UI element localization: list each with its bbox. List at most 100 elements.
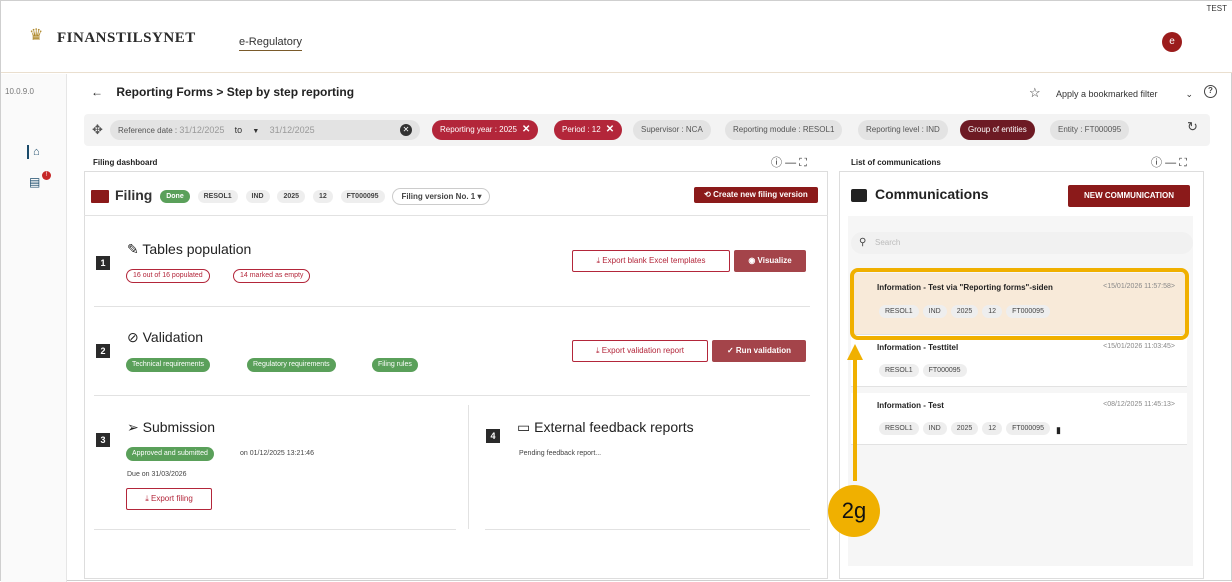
filter-settings-icon[interactable]: ✥ — [92, 122, 103, 138]
chip-reporting-year[interactable]: Reporting year : 2025 ✕ — [432, 120, 539, 140]
version-label: 10.0.9.0 — [5, 87, 34, 96]
chip-reporting-module[interactable]: Reporting module : RESOL1 — [725, 120, 843, 140]
expand-icon[interactable]: ⛶ — [1179, 157, 1187, 169]
filing-rules-badge: Filing rules — [372, 358, 418, 372]
filter-bar: ✥ Reference date : 31/12/2025 to ▼ 31/12… — [84, 114, 1210, 146]
back-arrow-icon[interactable]: ← — [91, 85, 103, 99]
export-blank-templates-button[interactable]: ⤓ Export blank Excel templates — [572, 250, 730, 272]
create-filing-version-button[interactable]: ⟲ Create new filing version — [694, 187, 818, 203]
search-placeholder: Search — [875, 238, 901, 247]
divider — [84, 215, 828, 216]
help-icon[interactable]: ⓘ — [771, 157, 782, 169]
home-icon[interactable]: ⌂ — [27, 145, 41, 159]
bookmark-star-icon[interactable]: ☆ — [1029, 85, 1041, 101]
chip-period[interactable]: Period : 12 ✕ — [554, 120, 623, 140]
tag: IND — [922, 422, 947, 436]
close-icon[interactable]: ✕ — [606, 124, 614, 135]
minimize-icon[interactable]: — — [1165, 157, 1176, 169]
export-validation-report-button[interactable]: ⤓ Export validation report — [572, 340, 708, 362]
expand-icon[interactable]: ⛶ — [799, 157, 807, 169]
communication-item[interactable]: Information - Testtitel <15/01/2026 11:0… — [851, 335, 1187, 387]
help-icon[interactable]: ? — [1204, 85, 1217, 98]
messages-badge: ! — [42, 171, 51, 180]
communication-title: Information - Test — [877, 401, 944, 410]
clear-date-icon[interactable]: ✕ — [400, 124, 412, 136]
tag: FT000095 — [922, 364, 967, 378]
filing-version-select[interactable]: Filing version No. 1 ▾ — [392, 187, 491, 205]
divider — [94, 395, 810, 396]
annotation-highlight — [850, 268, 1189, 340]
filing-label: Filing — [115, 187, 153, 203]
chip-label: Reporting year : 2025 — [440, 125, 517, 134]
divider — [94, 306, 810, 307]
tag: RESOL1 — [879, 364, 919, 378]
annotation-arrow-head — [847, 344, 863, 360]
chip-entity[interactable]: Entity : FT000095 — [1050, 120, 1130, 140]
env-tag: TEST — [1206, 4, 1227, 13]
help-icon[interactable]: ⓘ — [1151, 157, 1162, 169]
button-label: Run validation — [735, 346, 792, 355]
search-icon: ⚲ — [859, 237, 867, 248]
chip-group-of-entities[interactable]: Group of entities — [960, 120, 1035, 140]
date-from-value[interactable]: 31/12/2025 — [179, 125, 224, 135]
new-communication-button[interactable]: NEW COMMUNICATION — [1068, 185, 1190, 207]
app-window: ♛ FINANSTILSYNET e-Regulatory TEST e 10.… — [0, 0, 1232, 582]
breadcrumb: ← Reporting Forms > Step by step reporti… — [91, 85, 354, 99]
e-regulatory-link[interactable]: e-Regulatory — [239, 36, 302, 51]
communications-panel-title: List of communications — [851, 158, 941, 167]
tag: FT000095 — [340, 189, 385, 203]
button-label: Export filing — [150, 494, 193, 503]
tag: 2025 — [950, 422, 979, 436]
date-to-value[interactable]: 31/12/2025 — [270, 125, 315, 135]
minimize-icon[interactable]: — — [785, 157, 796, 169]
step-number: 2 — [96, 344, 110, 358]
create-btn-label: Create new filing version — [713, 190, 808, 199]
document-icon[interactable]: ▮ — [1056, 425, 1061, 435]
bookmark-filter-select[interactable]: Apply a bookmarked filter ⌄ — [1049, 86, 1197, 102]
due-date: Due on 31/03/2026 — [127, 471, 187, 478]
submission-status-badge: Approved and submitted — [126, 447, 214, 461]
button-label: Export blank Excel templates — [602, 256, 706, 265]
run-validation-button[interactable]: ✓ Run validation — [712, 340, 806, 362]
submission-title: ➢ Submission — [127, 419, 215, 435]
logo-text: FINANSTILSYNET — [57, 30, 196, 46]
tag: RESOL1 — [197, 189, 238, 203]
button-label: Visualize — [757, 256, 792, 265]
close-icon[interactable]: ✕ — [522, 124, 530, 135]
messages-icon[interactable]: ▤ — [29, 175, 43, 189]
chip-supervisor[interactable]: Supervisor : NCA — [633, 120, 711, 140]
chip-reporting-level[interactable]: Reporting level : IND — [858, 120, 948, 140]
step-number: 4 — [486, 429, 500, 443]
marked-empty-count: 14 marked as empty — [233, 269, 311, 283]
chip-label: Period : 12 — [562, 125, 601, 134]
user-avatar[interactable]: e — [1162, 32, 1182, 52]
status-badge: Done — [160, 189, 190, 203]
step-number: 3 — [96, 433, 110, 447]
section-title-text: Submission — [142, 419, 215, 435]
reference-date-filter[interactable]: Reference date : 31/12/2025 to ▼ 31/12/2… — [110, 120, 420, 140]
date-to-label: to — [234, 125, 243, 135]
crown-logo-icon: ♛ — [29, 27, 44, 44]
section-title-text: Validation — [142, 329, 204, 345]
folder-icon — [91, 189, 109, 203]
section-title-text: Tables population — [142, 241, 252, 257]
communications-panel-tools: ⓘ — ⛶ — [1151, 154, 1187, 170]
tables-population-title: ✎ Tables population — [127, 241, 252, 257]
export-filing-button[interactable]: ⤓ Export filing — [126, 488, 212, 510]
search-input[interactable]: ⚲ Search — [851, 232, 1193, 254]
annotation-arrow — [853, 359, 857, 481]
filing-version-label: Filing version No. 1 — [401, 191, 476, 201]
communications-header: Communications — [851, 186, 989, 202]
top-bar: ♛ FINANSTILSYNET e-Regulatory TEST e — [1, 1, 1232, 73]
technical-requirements-badge: Technical requirements — [126, 358, 210, 372]
refresh-icon[interactable]: ↻ — [1187, 119, 1198, 135]
reference-date-label: Reference date : — [118, 126, 178, 135]
external-feedback-title: ▭ External feedback reports — [517, 419, 694, 435]
section-title-text: External feedback reports — [534, 419, 694, 435]
visualize-button[interactable]: ◉ Visualize — [734, 250, 806, 272]
date-range-dropdown-icon[interactable]: ▼ — [252, 128, 259, 135]
communication-tags: RESOL1 IND 2025 12 FT000095 ▮ — [875, 420, 1061, 438]
communication-item[interactable]: Information - Test <08/12/2025 11:45:13>… — [851, 393, 1187, 445]
filing-header: Filing Done RESOL1 IND 2025 12 FT000095 … — [91, 187, 491, 205]
filing-dashboard-title: Filing dashboard — [93, 158, 158, 167]
